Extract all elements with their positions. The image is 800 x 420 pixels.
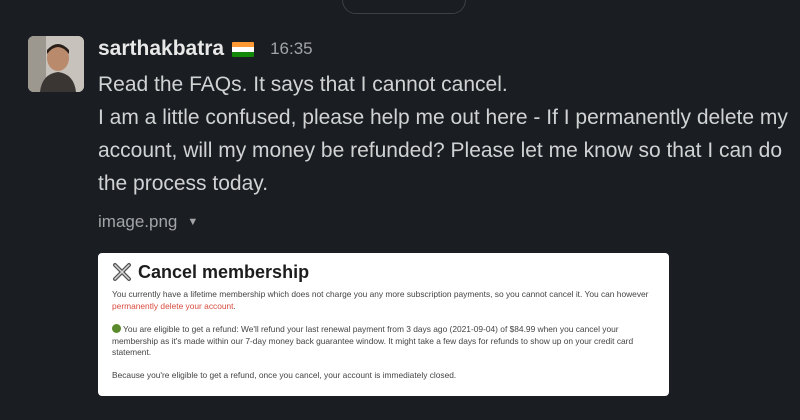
attachment-image[interactable]: Cancel membership You currently have a l… (98, 253, 669, 396)
message-line: I am a little confused, please help me o… (98, 106, 788, 195)
money-bag-icon (112, 324, 121, 334)
card-title: Cancel membership (138, 261, 310, 282)
timestamp[interactable]: 16:35 (270, 39, 313, 59)
date-divider-pill[interactable] (342, 0, 466, 14)
caret-down-icon[interactable]: ▼ (187, 216, 198, 228)
attachment-filename[interactable]: image.png (98, 212, 177, 232)
delete-account-link[interactable]: permanently delete your account (112, 301, 234, 311)
card-paragraph-lifetime: You currently have a lifetime membership… (112, 289, 655, 312)
card-text: You are eligible to get a refund: We'll … (112, 324, 634, 358)
username[interactable]: sarthakbatra (98, 37, 224, 61)
message-body: Read the FAQs. It says that I cannot can… (98, 68, 788, 200)
card-header: Cancel membership (112, 261, 655, 283)
card-text: . (233, 300, 236, 311)
india-flag-icon (232, 41, 255, 57)
avatar[interactable] (28, 36, 84, 92)
avatar-photo (28, 36, 84, 92)
card-paragraph-closed: Because you're eligible to get a refund,… (112, 369, 457, 380)
cross-mark-icon (113, 263, 131, 281)
message-line: Read the FAQs. It says that I cannot can… (98, 73, 508, 96)
message: sarthakbatra 16:35 Read the FAQs. It say… (98, 34, 788, 232)
message-header: sarthakbatra 16:35 (98, 34, 788, 64)
card-paragraph-refund: You are eligible to get a refund: We'll … (112, 324, 655, 359)
card-text: You currently have a lifetime membership… (112, 289, 649, 299)
attachment-label[interactable]: image.png ▼ (98, 212, 788, 232)
